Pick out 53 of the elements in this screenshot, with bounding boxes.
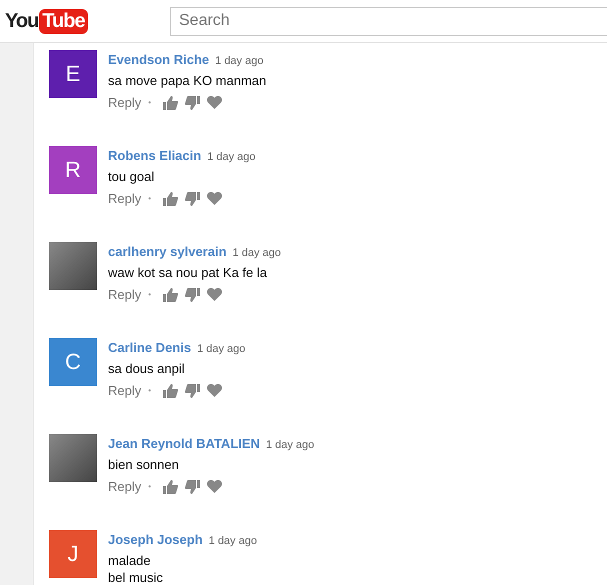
logo-badge: Tube [39,8,88,34]
heart-icon[interactable] [207,480,222,493]
logo-text: You [5,10,38,32]
heart-icon[interactable] [207,96,222,109]
thumbs-up-icon[interactable] [163,192,178,206]
avatar: C [49,338,97,386]
comment-text: sa move papa KO manman [108,72,266,89]
author-link[interactable]: Carline Denis [108,340,192,355]
author-link[interactable]: Robens Eliacin [108,148,202,163]
avatar: R [49,146,97,194]
author-link[interactable]: Jean Reynold BATALIEN [108,436,260,451]
comment-text: tou goal [108,168,156,185]
author-link[interactable]: Evendson Riche [108,52,210,67]
reply-button[interactable]: Reply [108,287,142,302]
photo-placeholder [49,242,97,290]
heart-icon[interactable] [207,288,222,301]
avatar: J [49,530,97,578]
separator: • [148,290,152,299]
thumbs-up-icon[interactable] [163,480,178,494]
heart-icon[interactable] [207,384,222,397]
photo-placeholder [49,434,97,482]
avatar: E [49,50,97,98]
separator: • [148,98,152,107]
thumbs-down-icon[interactable] [185,192,200,206]
comment-text: waw kot sa nou pat Ka fe la [108,264,268,281]
thumbs-down-icon[interactable] [185,384,200,398]
logo[interactable]: You Tube [5,8,170,34]
author-link[interactable]: carlhenry sylverain [108,244,227,259]
timestamp[interactable]: 1 day ago [215,55,264,67]
thumbs-down-icon[interactable] [185,288,200,302]
separator: • [148,194,152,203]
timestamp[interactable]: 1 day ago [197,343,246,355]
separator: • [148,482,152,491]
thumbs-down-icon[interactable] [185,480,200,494]
separator: • [148,386,152,395]
comment-text: bien sonnen [108,456,180,473]
timestamp[interactable]: 1 day ago [208,535,257,547]
heart-icon[interactable] [207,192,222,205]
reply-button[interactable]: Reply [108,479,142,494]
timestamp[interactable]: 1 day ago [266,439,314,451]
thumbs-up-icon[interactable] [163,288,178,302]
reply-button[interactable]: Reply [108,191,142,206]
thumbs-up-icon[interactable] [163,96,178,110]
comment-text: sa dous anpil [108,360,186,377]
author-link[interactable]: Joseph Joseph [108,532,203,547]
comment-text: malade bel music [108,552,164,585]
timestamp[interactable]: 1 day ago [232,247,281,259]
thumbs-up-icon[interactable] [163,384,178,398]
reply-button[interactable]: Reply [108,383,142,398]
thumbs-down-icon[interactable] [185,96,200,110]
reply-button[interactable]: Reply [108,95,142,110]
search-field[interactable]: Search [170,6,607,36]
timestamp[interactable]: 1 day ago [207,151,256,163]
